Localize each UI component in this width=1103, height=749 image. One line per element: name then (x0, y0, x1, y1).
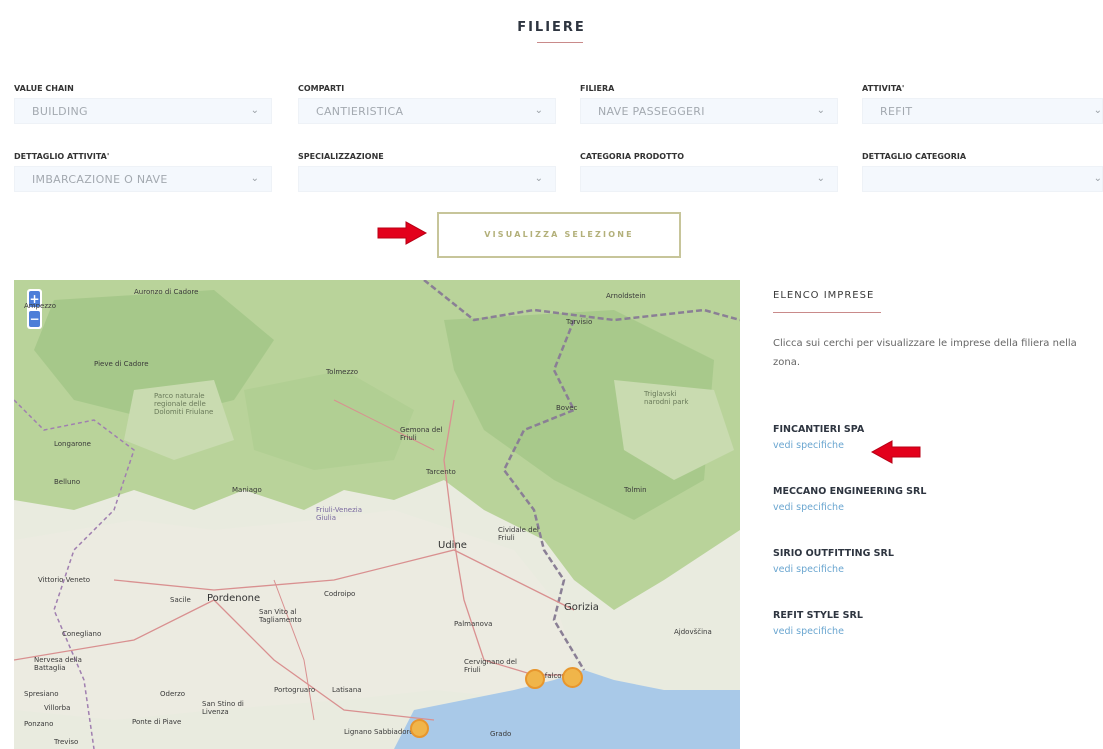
title-underline (537, 42, 583, 43)
view-details-link[interactable]: vedi specifiche (773, 502, 926, 513)
map[interactable]: + − Ampezzo Auronzo di Cadore Arnoldstei… (14, 280, 740, 749)
map-place-label: Codroipo (324, 590, 356, 598)
filter-label: FILIERA (580, 84, 615, 93)
company-list-description: Clicca sui cerchi per visualizzare le im… (773, 338, 1077, 368)
map-place-label: Tarvisio (566, 318, 593, 326)
map-place-label: Tolmezzo (326, 368, 359, 376)
map-place-label: Cervignano del Friuli (464, 658, 517, 674)
view-details-link[interactable]: vedi specifiche (773, 440, 864, 451)
map-place-label: Spresiano (24, 690, 59, 698)
select-value: REFIT (880, 105, 913, 118)
comparti-select[interactable]: CANTIERISTICA ⌄ (298, 98, 556, 124)
red-arrow-left-icon (870, 440, 921, 464)
company-name: REFIT STYLE SRL (773, 610, 863, 621)
map-place-label: Pieve di Cadore (94, 360, 149, 368)
map-place-label: Belluno (54, 478, 81, 486)
map-terrain (14, 280, 740, 749)
map-place-label: Udine (438, 540, 467, 551)
map-place-label: Latisana (332, 686, 362, 694)
company-list-heading: ELENCO IMPRESE (773, 290, 875, 301)
map-place-label: Ponte di Piave (132, 718, 182, 726)
map-place-label: Ponzano (24, 720, 54, 728)
map-place-label: Pordenone (207, 593, 261, 604)
map-place-label: Portogruaro (274, 686, 316, 694)
filter-label: CATEGORIA PRODOTTO (580, 152, 685, 161)
page-title: FILIERE (517, 20, 586, 35)
map-place-label: Sacile (170, 596, 191, 604)
filter-label: ATTIVITA' (862, 84, 905, 93)
map-place-label: Bovec (556, 404, 578, 412)
chevron-down-icon: ⌄ (816, 105, 825, 116)
company-item: SIRIO OUTFITTING SRL vedi specifiche (773, 548, 894, 575)
map-place-label: Gorizia (564, 602, 599, 613)
view-details-link[interactable]: vedi specifiche (773, 626, 863, 637)
specializzazione-select[interactable]: ⌄ (298, 166, 556, 192)
company-cluster-marker[interactable] (562, 667, 583, 688)
map-place-label: Grado (490, 730, 512, 738)
map-place-label: Ampezzo (24, 302, 56, 310)
attivita-select[interactable]: REFIT ⌄ (862, 98, 1103, 124)
filter-label: SPECIALIZZAZIONE (298, 152, 384, 161)
map-place-label: Friuli-Venezia Giulia (316, 506, 362, 522)
filter-label: VALUE CHAIN (14, 84, 74, 93)
select-value: CANTIERISTICA (316, 105, 404, 118)
chevron-down-icon: ⌄ (250, 105, 259, 116)
chevron-down-icon: ⌄ (250, 173, 259, 184)
value-chain-select[interactable]: BUILDING ⌄ (14, 98, 272, 124)
map-place-label: San Vito al Tagliamento (259, 608, 302, 624)
map-place-label: Longarone (54, 440, 91, 448)
map-place-label: Gemona del Friuli (400, 426, 443, 442)
map-place-label: Villorba (44, 704, 71, 712)
company-cluster-marker[interactable] (410, 719, 429, 738)
map-place-label: Vittorio Veneto (38, 576, 91, 584)
map-place-label: San Stino di Livenza (202, 700, 244, 716)
map-place-label: Triglavski narodni park (644, 390, 689, 406)
company-item: FINCANTIERI SPA vedi specifiche (773, 424, 864, 451)
map-place-label: Oderzo (160, 690, 186, 698)
chevron-down-icon: ⌄ (534, 173, 543, 184)
map-place-label: Lignano Sabbiadoro (344, 728, 414, 736)
filiera-select[interactable]: NAVE PASSEGGERI ⌄ (580, 98, 838, 124)
map-place-label: Maniago (232, 486, 262, 494)
select-value: IMBARCAZIONE O NAVE (32, 173, 168, 186)
dettaglio-categoria-select[interactable]: ⌄ (862, 166, 1103, 192)
map-place-label: Cividale del Friuli (498, 526, 539, 542)
map-place-label: Nervesa della Battaglia (34, 656, 82, 672)
visualize-selection-button[interactable]: VISUALIZZA SELEZIONE (437, 212, 681, 258)
chevron-down-icon: ⌄ (1093, 105, 1102, 116)
map-place-label: Tarcento (426, 468, 456, 476)
chevron-down-icon: ⌄ (534, 105, 543, 116)
map-place-label: Treviso (54, 738, 79, 746)
company-cluster-marker[interactable] (525, 669, 545, 689)
dettaglio-attivita-select[interactable]: IMBARCAZIONE O NAVE ⌄ (14, 166, 272, 192)
select-value: BUILDING (32, 105, 88, 118)
chevron-down-icon: ⌄ (816, 173, 825, 184)
heading-underline (773, 312, 881, 313)
company-name: FINCANTIERI SPA (773, 424, 865, 435)
map-place-label: Auronzo di Cadore (134, 288, 199, 296)
zoom-out-button[interactable]: − (29, 311, 40, 327)
company-item: REFIT STYLE SRL vedi specifiche (773, 610, 863, 637)
view-details-link[interactable]: vedi specifiche (773, 564, 894, 575)
filter-label: DETTAGLIO ATTIVITA' (14, 152, 110, 161)
company-item: MECCANO ENGINEERING SRL vedi specifiche (773, 486, 926, 513)
company-name: SIRIO OUTFITTING SRL (773, 548, 894, 559)
map-place-label: Arnoldstein (606, 292, 646, 300)
categoria-prodotto-select[interactable]: ⌄ (580, 166, 838, 192)
company-name: MECCANO ENGINEERING SRL (773, 486, 927, 497)
filter-label: COMPARTI (298, 84, 345, 93)
red-arrow-right-icon (377, 221, 428, 245)
map-place-label: Conegliano (62, 630, 102, 638)
map-place-label: Ajdovščina (674, 628, 712, 636)
chevron-down-icon: ⌄ (1093, 173, 1102, 184)
filter-label: DETTAGLIO CATEGORIA (862, 152, 967, 161)
map-place-label: Tolmin (624, 486, 647, 494)
map-place-label: Parco naturale regionale delle Dolomiti … (154, 392, 214, 416)
map-place-label: Palmanova (454, 620, 493, 628)
select-value: NAVE PASSEGGERI (598, 105, 705, 118)
